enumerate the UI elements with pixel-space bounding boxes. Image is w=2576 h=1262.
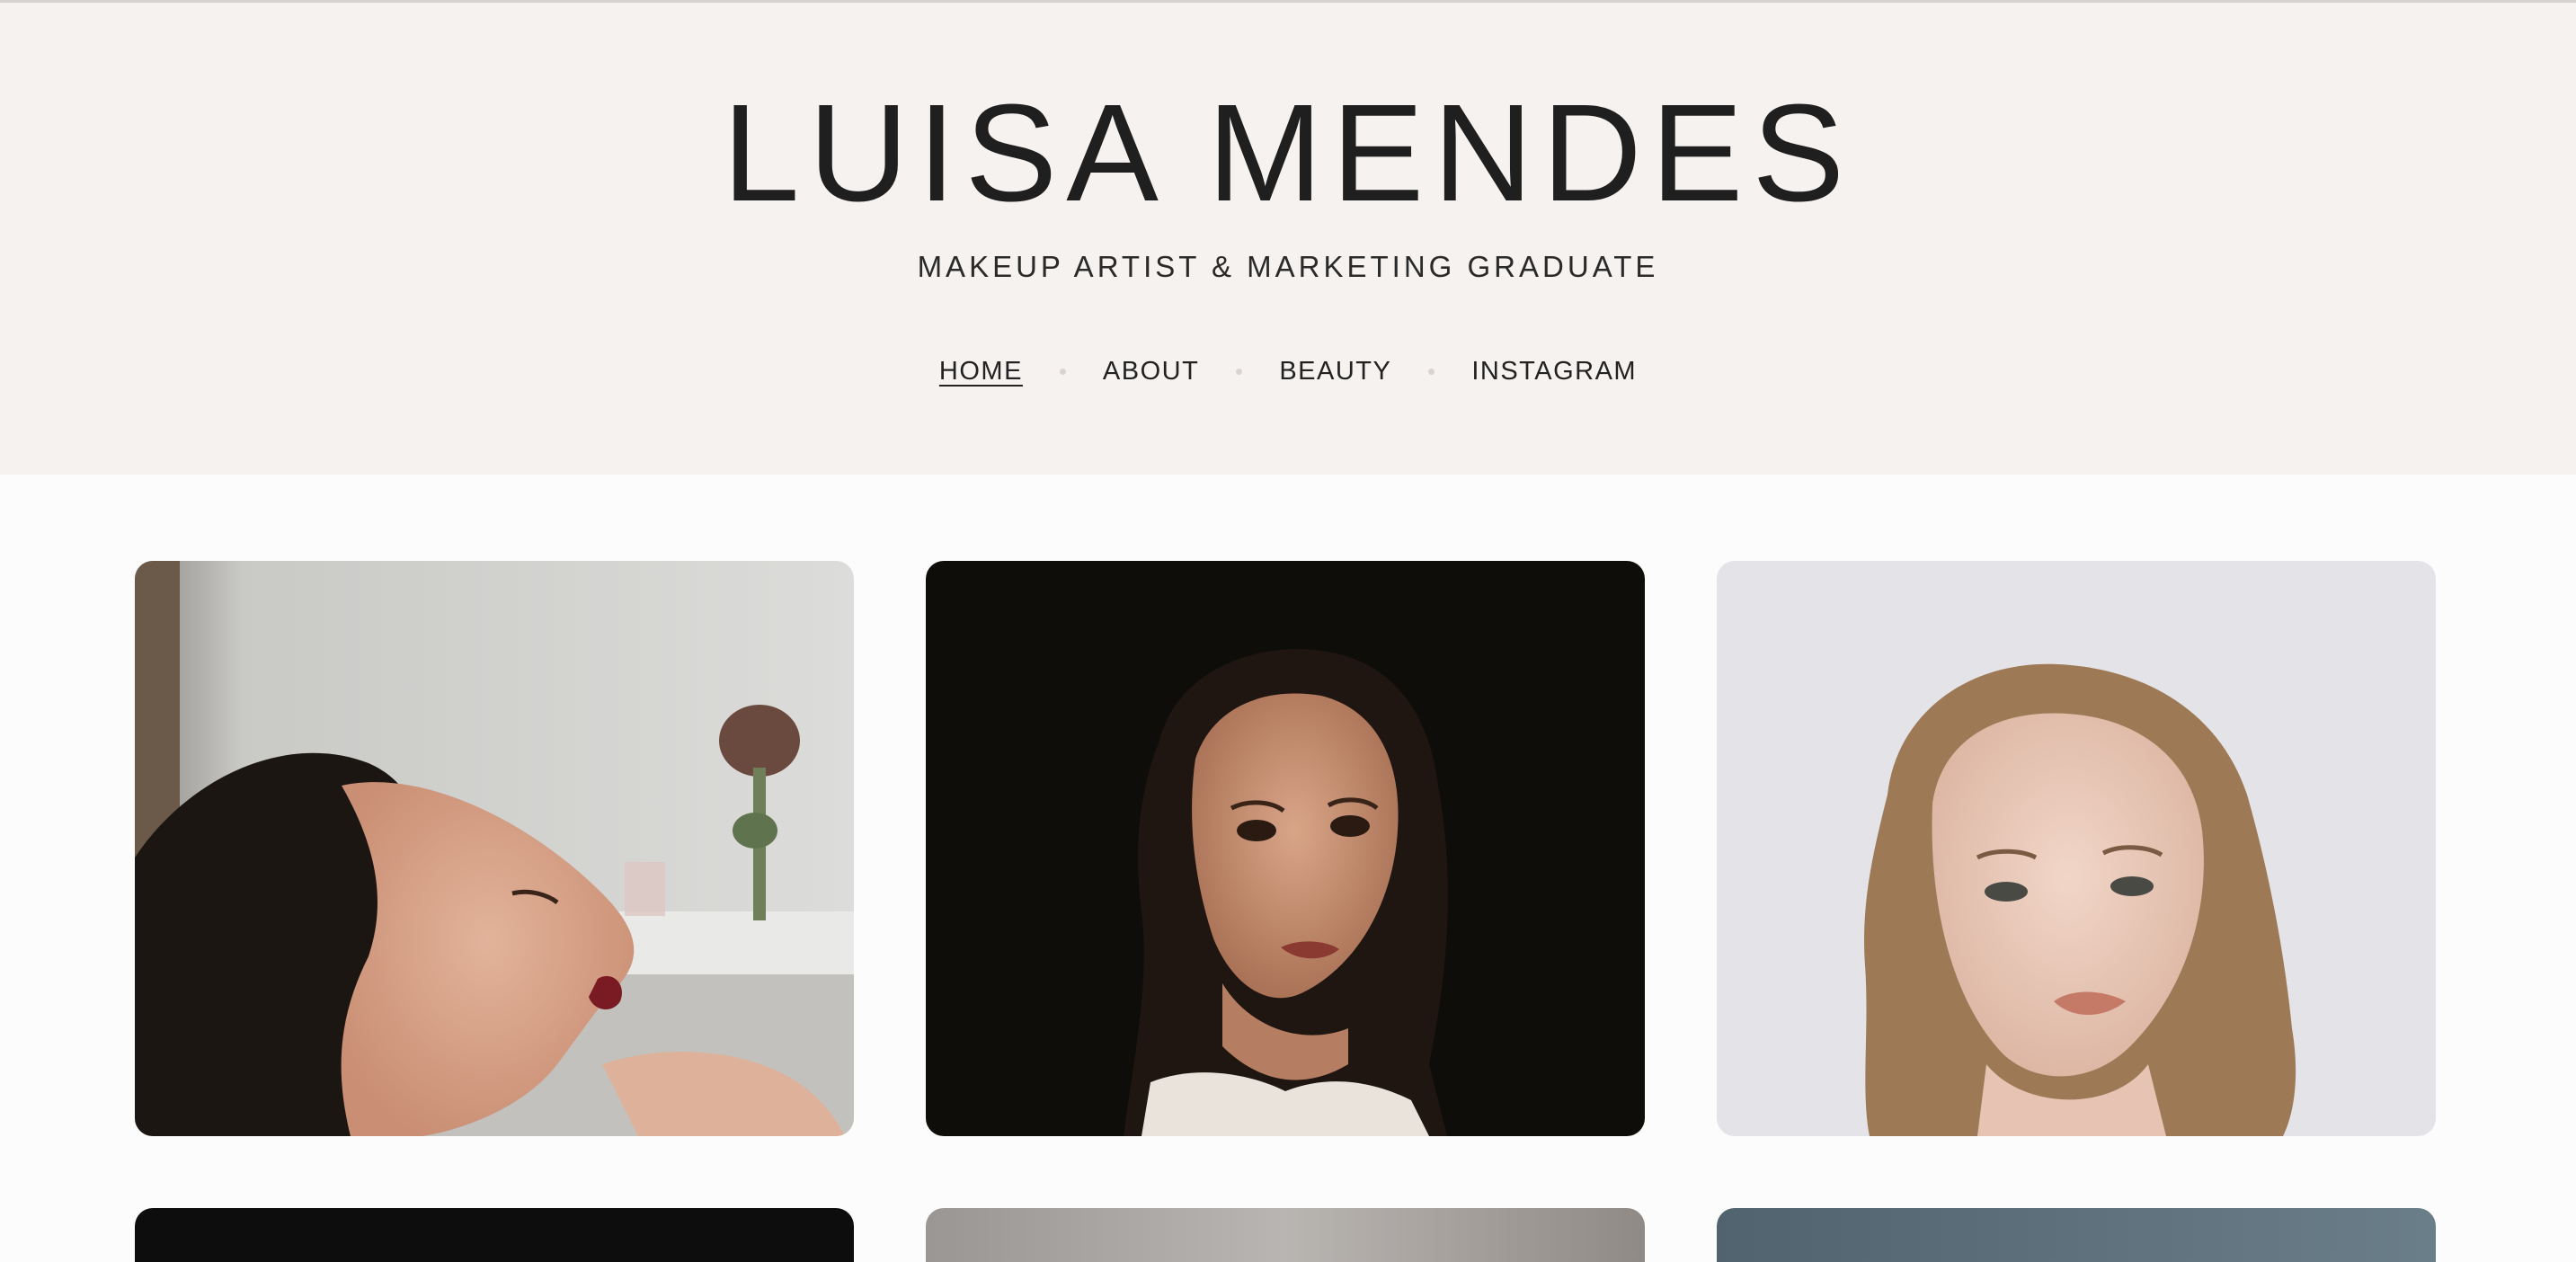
nav-separator-dot — [1428, 369, 1435, 375]
gallery-photo-row2-right[interactable] — [1717, 1208, 2436, 1262]
photo-image — [135, 561, 854, 1136]
gallery-photo-dark-portrait[interactable] — [926, 561, 1645, 1136]
nav-item-instagram[interactable]: INSTAGRAM — [1471, 351, 1637, 392]
nav-separator-dot — [1059, 369, 1066, 375]
photo-image — [926, 561, 1645, 1136]
gallery-photo-row2-left[interactable] — [135, 1208, 854, 1262]
nav-separator-dot — [1236, 369, 1243, 375]
site-header: LUISA MENDES MAKEUP ARTIST & MARKETING G… — [0, 0, 2576, 475]
site-title[interactable]: LUISA MENDES — [0, 76, 2576, 229]
photo-gallery — [135, 561, 2436, 1262]
nav-item-about[interactable]: ABOUT — [1103, 351, 1199, 392]
nav-item-home[interactable]: HOME — [939, 351, 1023, 392]
nav-item-beauty[interactable]: BEAUTY — [1279, 351, 1391, 392]
main-nav: HOME ABOUT BEAUTY INSTAGRAM — [0, 351, 2576, 392]
gallery-photo-row2-middle[interactable] — [926, 1208, 1645, 1262]
photo-image — [1717, 561, 2436, 1136]
gallery-photo-curly-hair-portrait[interactable] — [1717, 561, 2436, 1136]
gallery-photo-profile-portrait[interactable] — [135, 561, 854, 1136]
site-tagline: MAKEUP ARTIST & MARKETING GRADUATE — [917, 250, 1659, 283]
